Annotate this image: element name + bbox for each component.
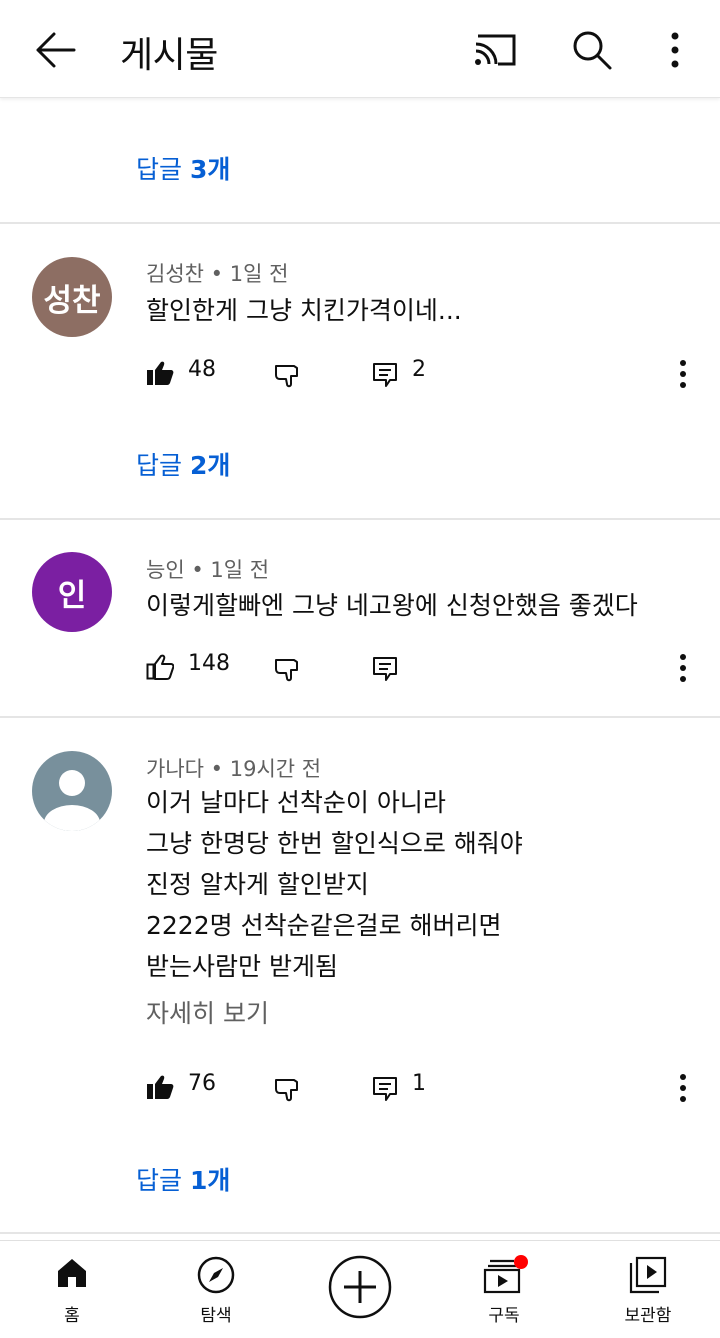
comment-actions: 76 1 xyxy=(0,1068,720,1108)
comment-text: 이렇게할빠엔 그냥 네고왕에 신청안했음 좋겠다 xyxy=(146,585,638,626)
nav-explore[interactable]: 탐색 xyxy=(166,1241,266,1338)
comment-line: 그냥 한명당 한번 할인식으로 해줘야 xyxy=(146,829,523,858)
comment-line: 할인한게 그냥 치킨가격이네... xyxy=(146,296,462,325)
like-count: 48 xyxy=(188,357,216,382)
thumb-up-filled-icon[interactable] xyxy=(146,1074,174,1100)
subscriptions-icon xyxy=(483,1255,528,1294)
avatar[interactable] xyxy=(32,751,112,831)
avatar-initials: 인 xyxy=(57,577,87,614)
replies-prefix: 답글 xyxy=(136,1166,183,1195)
nav-label: 홈 xyxy=(64,1306,80,1326)
meta-separator: • xyxy=(210,262,230,286)
divider xyxy=(0,518,720,520)
nav-label: 보관함 xyxy=(624,1306,672,1326)
explore-icon xyxy=(197,1256,235,1294)
default-avatar-icon xyxy=(44,770,100,831)
nav-label: 구독 xyxy=(488,1306,520,1326)
comment-time: 19시간 전 xyxy=(229,757,322,781)
thumb-up-filled-icon[interactable] xyxy=(146,360,174,386)
thumb-down-icon[interactable] xyxy=(274,362,302,390)
comment-meta: 능인 • 1일 전 xyxy=(146,554,269,584)
comment-meta: 김성찬 • 1일 전 xyxy=(146,258,288,288)
divider xyxy=(0,222,720,224)
create-icon[interactable] xyxy=(328,1255,392,1319)
comment-line: 이렇게할빠엔 그냥 네고왕에 신청안했음 좋겠다 xyxy=(146,591,638,620)
meta-separator: • xyxy=(210,757,230,781)
bottom-navigation: 홈 탐색 구독 보관함 xyxy=(0,1240,720,1338)
comment-author[interactable]: 능인 xyxy=(146,558,185,582)
read-more-link[interactable]: 자세히 보기 xyxy=(146,994,269,1030)
replies-count: 1개 xyxy=(189,1166,231,1195)
comment-actions: 48 2 xyxy=(0,354,720,394)
thumb-down-icon[interactable] xyxy=(274,656,302,684)
like-count: 76 xyxy=(188,1071,216,1096)
top-app-bar: 게시물 xyxy=(0,0,720,98)
comment-text: 할인한게 그냥 치킨가격이네... xyxy=(146,290,462,331)
reply-icon[interactable] xyxy=(372,656,398,682)
like-count: 148 xyxy=(188,651,230,676)
more-vert-icon[interactable] xyxy=(660,28,690,72)
meta-separator: • xyxy=(191,558,211,582)
comment-time: 1일 전 xyxy=(210,558,270,582)
comment-actions: 148 xyxy=(0,648,720,688)
view-replies-link[interactable]: 답글 1개 xyxy=(136,1161,230,1197)
library-icon xyxy=(629,1256,667,1294)
comment-line: 받는사람만 받게됨 xyxy=(146,952,338,981)
nav-home[interactable]: 홈 xyxy=(22,1241,122,1338)
replies-prefix: 답글 xyxy=(136,451,183,480)
divider xyxy=(0,716,720,718)
search-icon[interactable] xyxy=(568,26,616,74)
more-vert-icon[interactable] xyxy=(676,358,690,390)
notification-dot xyxy=(514,1255,528,1269)
reply-count: 1 xyxy=(412,1071,426,1096)
comment-line: 진정 알차게 할인받지 xyxy=(146,870,369,899)
more-vert-icon[interactable] xyxy=(676,1072,690,1104)
comment-time: 1일 전 xyxy=(229,262,289,286)
comment-author[interactable]: 가나다 xyxy=(146,757,204,781)
nav-subscriptions[interactable]: 구독 xyxy=(454,1241,554,1338)
nav-library[interactable]: 보관함 xyxy=(598,1241,698,1338)
nav-label: 탐색 xyxy=(200,1306,232,1326)
thumb-up-icon[interactable] xyxy=(146,654,174,680)
home-icon xyxy=(58,1259,86,1287)
cast-icon[interactable] xyxy=(470,30,520,70)
avatar-initials: 성찬 xyxy=(43,282,101,319)
avatar[interactable]: 인 xyxy=(32,552,112,632)
back-arrow-icon[interactable] xyxy=(30,28,80,72)
replies-count: 2개 xyxy=(189,451,231,480)
comment-line: 2222명 선착순같은걸로 해버리면 xyxy=(146,911,502,940)
reply-icon[interactable] xyxy=(372,1076,398,1102)
view-replies-link[interactable]: 답글 3개 xyxy=(136,150,230,186)
comment-meta: 가나다 • 19시간 전 xyxy=(146,753,321,783)
thumb-down-icon[interactable] xyxy=(274,1076,302,1104)
reply-count: 2 xyxy=(412,357,426,382)
divider xyxy=(0,1232,720,1234)
replies-prefix: 답글 xyxy=(136,155,183,184)
page-title: 게시물 xyxy=(120,35,218,76)
comment-author[interactable]: 김성찬 xyxy=(146,262,204,286)
replies-count: 3개 xyxy=(189,155,231,184)
comment-text: 이거 날마다 선착순이 아니라 그냥 한명당 한번 할인식으로 해줘야 진정 알… xyxy=(146,782,523,987)
reply-icon[interactable] xyxy=(372,362,398,388)
avatar[interactable]: 성찬 xyxy=(32,257,112,337)
view-replies-link[interactable]: 답글 2개 xyxy=(136,446,230,482)
comment-line: 이거 날마다 선착순이 아니라 xyxy=(146,788,446,817)
more-vert-icon[interactable] xyxy=(676,652,690,684)
